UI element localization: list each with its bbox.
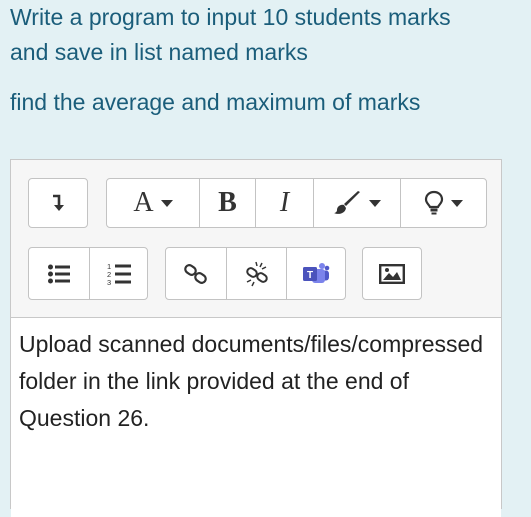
question-line: find the average and maximum of marks: [10, 89, 421, 115]
question-line: Write a program to input 10 students mar…: [10, 4, 451, 30]
insert-image-button[interactable]: [363, 248, 421, 299]
toolbar-group-links: T: [165, 247, 346, 300]
bullet-list-icon: [48, 264, 70, 283]
unordered-list-button[interactable]: [29, 248, 89, 299]
chevron-down-icon: [368, 199, 381, 207]
ordered-list-button[interactable]: 1 2 3: [89, 248, 147, 299]
chevron-down-icon: [451, 199, 463, 207]
unlink-button[interactable]: [226, 248, 286, 299]
toolbar-group-toggle: [28, 178, 88, 228]
teams-icon: T: [303, 262, 330, 283]
toolbar-group-lists: 1 2 3: [28, 247, 148, 300]
toolbar-group-style: A B I: [106, 178, 487, 228]
question-text: Write a program to input 10 students mar…: [10, 0, 525, 120]
rich-text-editor: A B I 1 2 3 T Upload scanned documents/f…: [10, 159, 502, 517]
unlink-icon: [245, 261, 268, 286]
lightbulb-icon: [424, 190, 444, 215]
more-tools-button[interactable]: [400, 179, 486, 227]
link-button[interactable]: [166, 248, 226, 299]
question-line: and save in list named marks: [10, 39, 308, 65]
list-number: 3: [107, 278, 111, 286]
toolbar-toggle-button[interactable]: [29, 179, 87, 227]
teams-button[interactable]: T: [286, 248, 345, 299]
font-style-button[interactable]: A: [107, 179, 199, 227]
numbered-list-icon: 1 2 3: [107, 262, 131, 286]
teams-letter: T: [307, 270, 313, 281]
italic-label: I: [279, 187, 290, 218]
toolbar-group-media: [362, 247, 422, 300]
image-icon: [379, 263, 405, 284]
paint-brush-icon: [333, 191, 360, 214]
font-style-label: A: [133, 187, 154, 218]
text-color-button[interactable]: [313, 179, 400, 227]
italic-button[interactable]: I: [255, 179, 313, 227]
collapse-toolbar-icon: [53, 194, 64, 211]
bold-button[interactable]: B: [199, 179, 255, 227]
bold-label: B: [218, 187, 237, 218]
link-icon: [184, 263, 207, 284]
editor-content-area[interactable]: Upload scanned documents/files/compresse…: [11, 317, 501, 517]
editor-text: Upload scanned documents/files/compresse…: [19, 331, 484, 431]
chevron-down-icon: [160, 199, 173, 207]
